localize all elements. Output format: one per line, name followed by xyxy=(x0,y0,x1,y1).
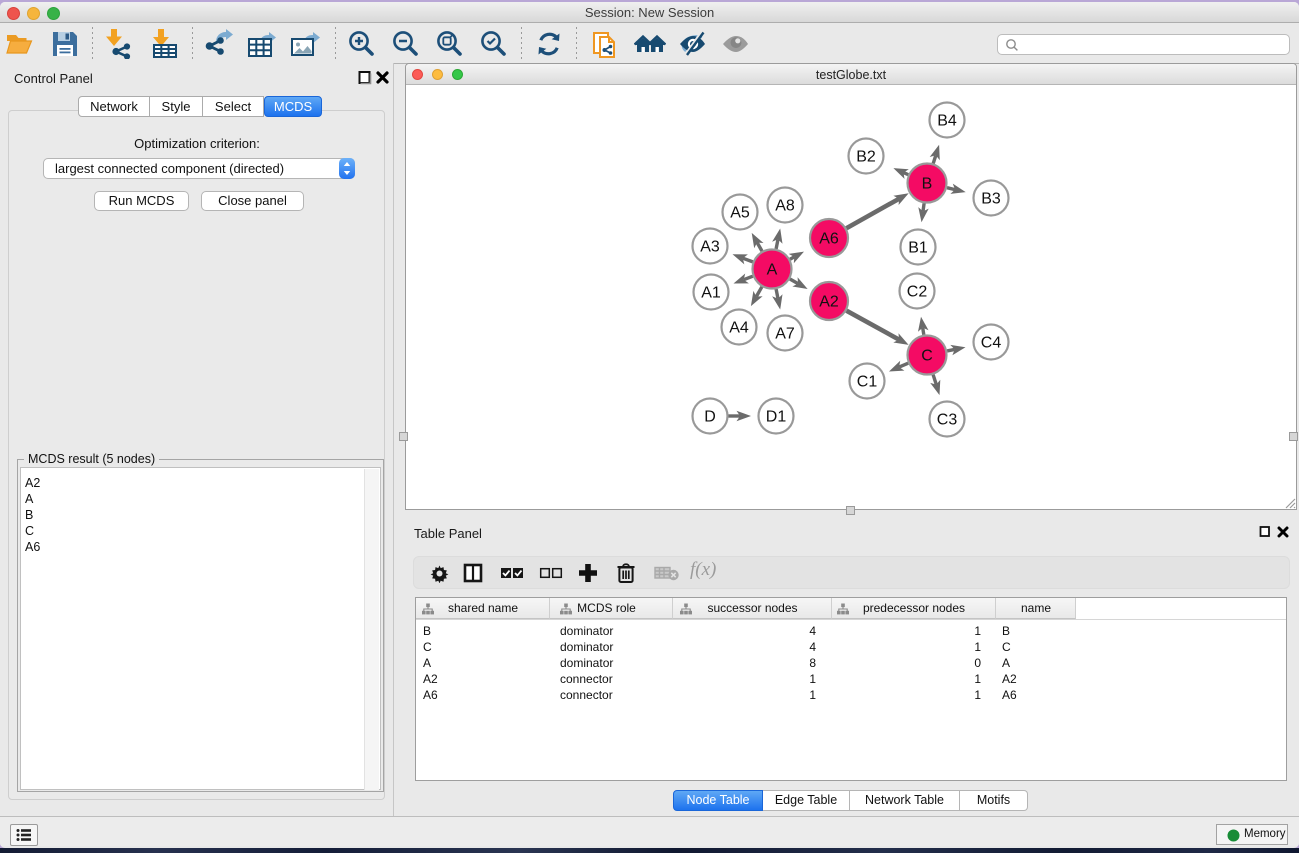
svg-text:B1: B1 xyxy=(908,240,928,257)
svg-text:A7: A7 xyxy=(775,326,795,343)
svg-text:B4: B4 xyxy=(937,113,957,130)
svg-text:C4: C4 xyxy=(981,335,1002,352)
svg-text:C3: C3 xyxy=(937,412,958,429)
svg-text:B3: B3 xyxy=(981,191,1001,208)
svg-text:C1: C1 xyxy=(857,374,878,391)
svg-text:B2: B2 xyxy=(856,149,876,166)
svg-text:C: C xyxy=(921,348,933,365)
svg-text:A5: A5 xyxy=(730,205,750,222)
svg-text:A3: A3 xyxy=(700,239,720,256)
svg-text:D: D xyxy=(704,409,716,426)
svg-text:A6: A6 xyxy=(819,231,839,248)
svg-text:A4: A4 xyxy=(729,320,749,337)
svg-text:A1: A1 xyxy=(701,285,721,302)
svg-text:C2: C2 xyxy=(907,284,928,301)
svg-text:D1: D1 xyxy=(766,409,787,426)
svg-text:B: B xyxy=(922,176,933,193)
svg-text:A: A xyxy=(767,262,778,279)
svg-text:A8: A8 xyxy=(775,198,795,215)
svg-text:A2: A2 xyxy=(819,294,839,311)
